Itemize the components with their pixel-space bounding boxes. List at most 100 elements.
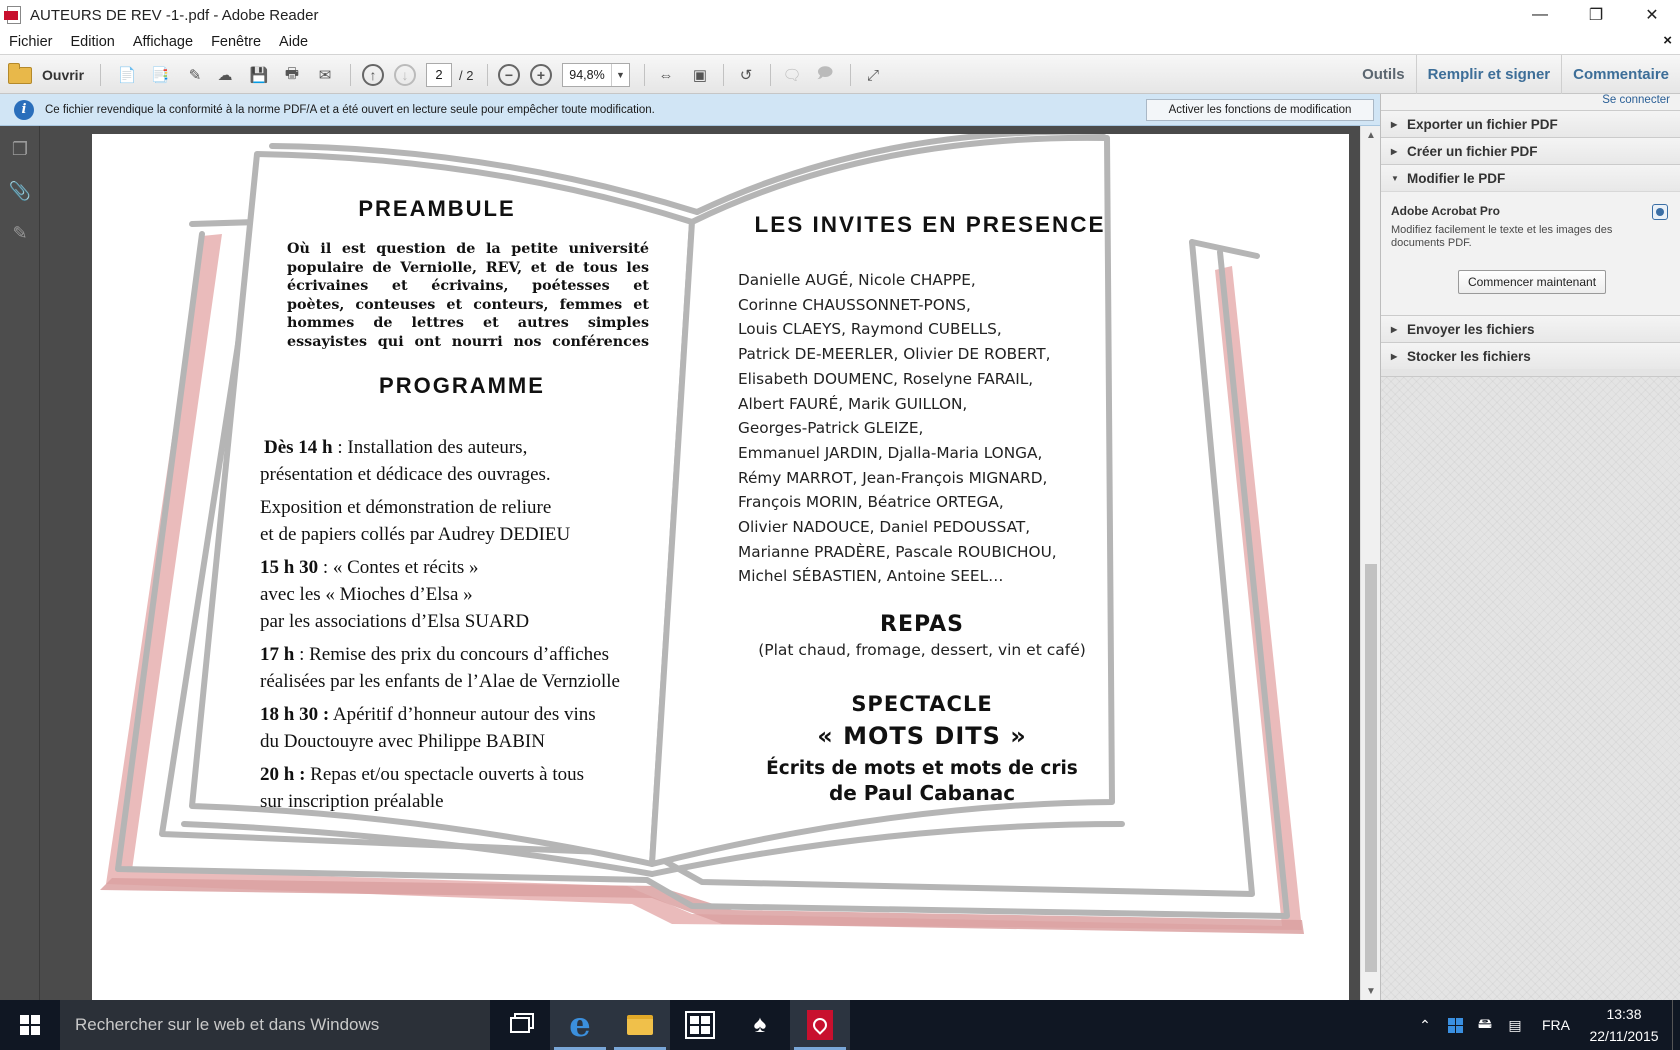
menu-edition[interactable]: Edition bbox=[62, 34, 124, 50]
fill-sign-button[interactable]: Remplir et signer bbox=[1415, 55, 1562, 95]
left-page: PREAMBULE Où il est question de la petit… bbox=[267, 196, 649, 399]
zoom-out-button[interactable]: − bbox=[496, 62, 522, 88]
preamble-title: PREAMBULE bbox=[358, 196, 516, 221]
input-language[interactable]: FRA bbox=[1530, 1017, 1582, 1033]
signatures-icon[interactable]: ✎ bbox=[10, 222, 30, 244]
highlight-comment-icon[interactable]: 🗩 bbox=[812, 62, 838, 88]
section-edit-pdf[interactable]: ▼ Modifier le PDF bbox=[1381, 164, 1680, 191]
separator bbox=[723, 64, 724, 86]
section-label: Envoyer les fichiers bbox=[1407, 321, 1535, 337]
sign-in-link[interactable]: Se connecter bbox=[1381, 94, 1680, 110]
comment-button[interactable]: Commentaire bbox=[1561, 55, 1680, 95]
open-button[interactable]: Ouvrir bbox=[8, 62, 85, 87]
combine-files-icon[interactable]: 📑 bbox=[147, 62, 173, 88]
windows-logo-icon bbox=[20, 1015, 40, 1035]
menu-affichage[interactable]: Affichage bbox=[124, 34, 202, 50]
fit-width-icon[interactable]: ⇔ bbox=[653, 62, 679, 88]
document-view: PREAMBULE Où il est question de la petit… bbox=[40, 126, 1360, 1000]
caret-right-icon: ▶ bbox=[1391, 146, 1398, 156]
section-store-files[interactable]: ▶ Stocker les fichiers bbox=[1381, 342, 1680, 369]
create-pdf-icon[interactable]: 📄 bbox=[114, 62, 140, 88]
close-button[interactable]: ✕ bbox=[1624, 0, 1680, 30]
email-icon[interactable]: ✉ bbox=[312, 62, 338, 88]
upload-cloud-icon[interactable]: ☁ bbox=[212, 62, 238, 88]
close-document-icon[interactable]: × bbox=[1663, 32, 1672, 49]
attachments-paperclip-icon[interactable]: 📎 bbox=[9, 180, 31, 202]
meal-title: REPAS bbox=[880, 612, 964, 637]
previous-page-button[interactable]: ↑ bbox=[360, 62, 386, 88]
tools-button[interactable]: Outils bbox=[1351, 55, 1416, 95]
system-tray: ⌃ 🖴 ▤ FRA 13:38 22/11/2015 bbox=[1410, 1000, 1680, 1050]
restore-button[interactable]: ❐ bbox=[1568, 0, 1624, 30]
scroll-thumb[interactable] bbox=[1365, 564, 1377, 972]
caret-right-icon: ▶ bbox=[1391, 324, 1398, 334]
info-message: Ce fichier revendique la conformité à la… bbox=[45, 103, 655, 116]
open-label: Ouvrir bbox=[42, 67, 85, 83]
separator bbox=[770, 64, 771, 86]
programme-title: PROGRAMME bbox=[379, 373, 545, 398]
show-subtitle: Écrits de mots et mots de cris bbox=[766, 758, 1078, 779]
section-create-pdf[interactable]: ▶ Créer un fichier PDF bbox=[1381, 137, 1680, 164]
task-view-button[interactable] bbox=[490, 1000, 550, 1050]
taskbar-file-explorer[interactable] bbox=[610, 1000, 670, 1050]
save-icon[interactable]: 💾 bbox=[246, 62, 272, 88]
programme-text: réalisées par les enfants de l’Alae de V… bbox=[260, 671, 620, 692]
minimize-button[interactable]: — bbox=[1512, 0, 1568, 30]
separator bbox=[487, 64, 488, 86]
arrow-down-icon: ↓ bbox=[394, 64, 416, 86]
notifications-icon[interactable]: ▤ bbox=[1500, 1000, 1530, 1050]
show-title: SPECTACLE bbox=[851, 692, 993, 716]
show-hidden-icons-chevron[interactable]: ⌃ bbox=[1410, 1000, 1440, 1050]
print-icon[interactable]: 🖶 bbox=[279, 62, 305, 88]
taskbar-solitaire[interactable]: ♠ bbox=[730, 1000, 790, 1050]
separator bbox=[100, 64, 101, 86]
menu-fenetre[interactable]: Fenêtre bbox=[202, 34, 270, 50]
fit-page-icon[interactable]: ▣ bbox=[687, 62, 713, 88]
windows-update-icon[interactable] bbox=[1440, 1000, 1470, 1050]
adobe-reader-icon bbox=[4, 5, 24, 25]
programme-text: sur inscription préalable bbox=[260, 791, 444, 812]
clock[interactable]: 13:38 22/11/2015 bbox=[1582, 1003, 1666, 1047]
window-controls: — ❐ ✕ bbox=[1512, 0, 1680, 30]
network-icon[interactable]: 🖴 bbox=[1470, 1000, 1500, 1050]
menu-fichier[interactable]: Fichier bbox=[0, 34, 62, 50]
scroll-up-icon[interactable]: ▲ bbox=[1361, 126, 1381, 144]
tools-pane: Se connecter ▶ Exporter un fichier PDF ▶ C… bbox=[1380, 94, 1680, 1000]
product-name: Adobe Acrobat Pro bbox=[1391, 204, 1500, 218]
section-export-pdf[interactable]: ▶ Exporter un fichier PDF bbox=[1381, 110, 1680, 137]
programme-text: : Installation des auteurs, bbox=[332, 437, 528, 458]
taskbar-adobe-reader[interactable] bbox=[790, 1000, 850, 1050]
programme-time: Dès 14 h bbox=[264, 437, 333, 458]
comment-bubble-icon[interactable]: 🗨 bbox=[779, 62, 805, 88]
zoom-in-button[interactable]: + bbox=[528, 62, 554, 88]
read-mode-icon[interactable]: ↺ bbox=[733, 62, 759, 88]
meal-detail: (Plat chaud, fromage, dessert, vin et ca… bbox=[758, 641, 1086, 659]
preamble-line: hommes de lettres et autres simples bbox=[287, 315, 649, 331]
scroll-down-icon[interactable]: ▼ bbox=[1361, 982, 1381, 1000]
taskbar-edge[interactable]: e bbox=[550, 1000, 610, 1050]
chevron-down-icon[interactable]: ▼ bbox=[611, 64, 629, 86]
page-number-input[interactable]: 2 bbox=[426, 63, 452, 87]
start-button[interactable] bbox=[0, 1000, 60, 1050]
menu-aide[interactable]: Aide bbox=[270, 34, 317, 50]
right-tools: Outils Remplir et signer Commentaire bbox=[1351, 55, 1680, 95]
edit-icon[interactable]: ✎ bbox=[182, 62, 208, 88]
show-desktop-button[interactable] bbox=[1672, 1000, 1680, 1050]
page-thumbnails-icon[interactable]: ❐ bbox=[10, 138, 30, 160]
next-page-button[interactable]: ↓ bbox=[392, 62, 418, 88]
full-screen-icon[interactable]: ⤢ bbox=[860, 62, 886, 88]
taskbar-search[interactable]: Rechercher sur le web et dans Windows bbox=[60, 1000, 490, 1050]
guest-line: François MORIN, Béatrice ORTEGA, bbox=[738, 493, 1004, 512]
programme-text: avec les « Mioches d’Elsa » bbox=[260, 584, 473, 605]
programme-item: 17 h : Remise des prix du concours d’aff… bbox=[260, 641, 680, 695]
minus-icon: − bbox=[498, 64, 520, 86]
section-send-files[interactable]: ▶ Envoyer les fichiers bbox=[1381, 315, 1680, 342]
clock-time: 13:38 bbox=[1606, 1006, 1642, 1022]
enable-editing-button[interactable]: Activer les fonctions de modification bbox=[1146, 99, 1374, 121]
start-now-button[interactable]: Commencer maintenant bbox=[1458, 270, 1606, 294]
taskbar-store[interactable] bbox=[670, 1000, 730, 1050]
navigation-pane: ❐ 📎 ✎ bbox=[0, 126, 40, 1000]
section-label: Exporter un fichier PDF bbox=[1407, 116, 1558, 132]
vertical-scrollbar[interactable]: ▲ ▼ bbox=[1360, 126, 1380, 1000]
zoom-select[interactable]: 94,8% ▼ bbox=[562, 63, 630, 87]
